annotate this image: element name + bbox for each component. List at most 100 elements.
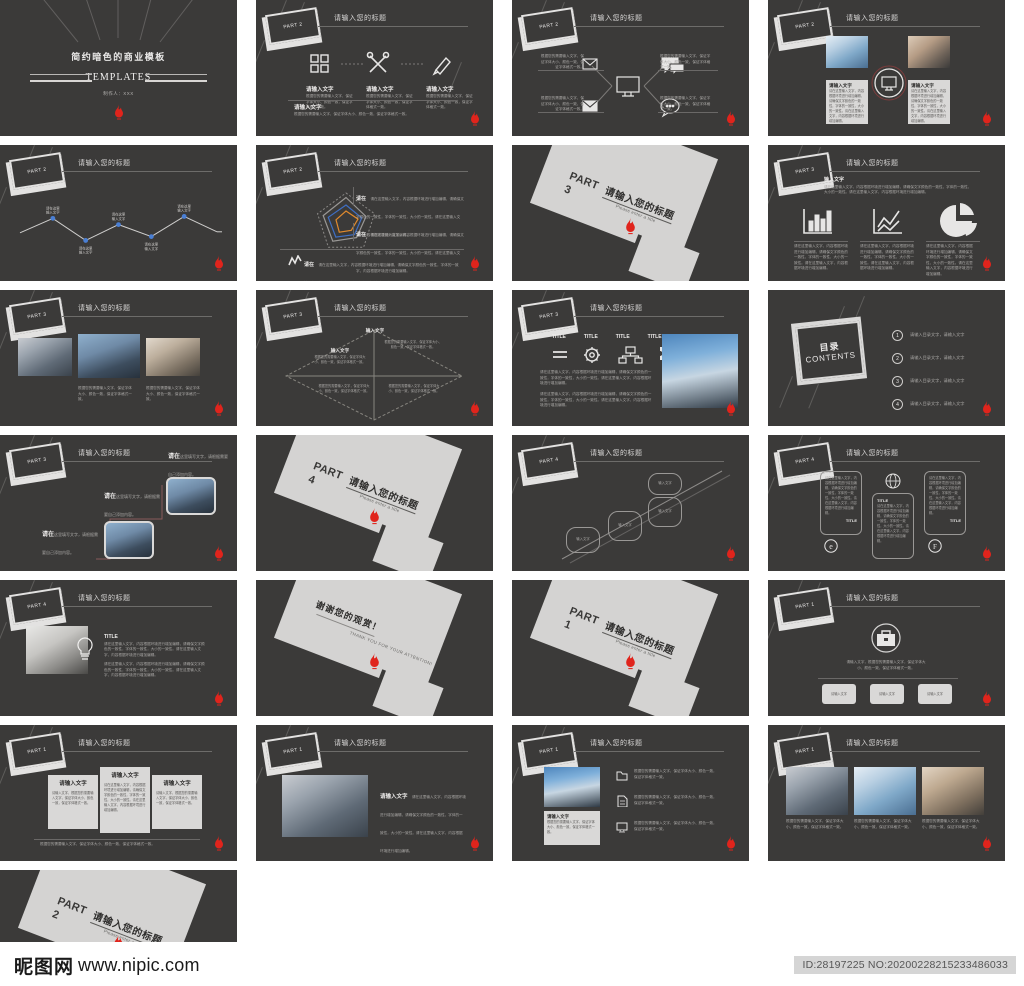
slide-thumbnail-grid: 简约暗色的商业模板 TEMPLATES 制作人：XXX PART 2 请输入您的… [0,0,1024,944]
flow-node-1[interactable]: 输入文字 [566,527,600,553]
icon-list-item[interactable]: 根据您的需要输入文字，保证字体大小、颜色一致，保证字体格式一致。 [616,821,718,833]
title-rule [574,316,724,317]
slide-radar-chart[interactable]: PART 2 请输入您的标题 请在 请在这里输入文字，内容根据环境进行增加编辑，… [256,145,493,281]
part-badge-label: PART 1 [794,601,816,611]
slide-line-chart[interactable]: PART 2 请输入您的标题 请在这里 输入文字 请在这里 输入文字 请在这里 输入文字请… [0,145,237,281]
photo-2 [78,334,140,378]
panel-center-body: 请在这里输入文字，内容根据环境进行增加编辑，请确保文字颜色的一致性，字体的一致性… [877,504,909,543]
svg-text:e: e [829,542,833,551]
slide-divider-part3[interactable]: PART 3 请输入您的标题 Please enter a title [512,145,749,281]
part-badge: PART 3 [5,297,67,342]
col-photo-1 [786,767,848,815]
diamond-cell-top: 输入文字 [358,328,392,335]
svg-text:输入文字: 输入文字 [79,250,93,255]
slide-three-photo-columns[interactable]: PART 1 请输入您的标题 根据您的需要输入文字，保证字体大小、颜色一致，保证… [768,725,1005,861]
part-badge: PART 4 [5,587,67,632]
part-badge: PART 2 [517,7,579,52]
slide-thank-you[interactable]: 谢谢您的观赏！ THANK YOU FOR YOUR ATTENTION! [256,580,493,716]
radar-footnote: 请在 请在这里输入文字，内容根据环境进行增加编辑，请确保文字颜色的一致性，字体的… [304,253,464,281]
light-card-1[interactable]: 请输入文字 请输入文字，根据您的需要输入文字，保证字体大小、颜色一致，保证字体格… [48,775,98,829]
feature-3-title: 请输入文字 [426,87,454,93]
flame-icon [983,835,991,851]
spoke-text-top-left: 根据您的需要输入文字，保证字体大小、颜色一致，保证字体格式一致。 [540,54,584,70]
slide-diamond-grid[interactable]: PART 3 请输入您的标题 输入文字 根据您的需要输入文字，保证字体大小、颜色… [256,290,493,426]
slide-three-panels[interactable]: PART 4 请输入您的标题 请在这里输入文字，内容根据环境进行增加编辑，请确保… [768,435,1005,571]
contents-item[interactable]: 2 请输入目录文字，请输入文字 [892,353,964,364]
chip-1[interactable]: 请输入文字 [822,684,856,704]
flow-node-3[interactable]: 输入文字 [648,497,682,527]
slide-chart-icons[interactable]: PART 3 请输入您的标题 输入文字 请在这里输入文字，内容根据环境进行增加编… [768,145,1005,281]
slide-title: 请输入您的标题 [334,160,387,167]
slide-title: 请输入您的标题 [334,305,387,312]
flame-icon [983,545,991,561]
flame-icon [471,110,479,126]
slide-divider-part1[interactable]: PART 1 请输入您的标题 Please enter a title [512,580,749,716]
step-1-lead: 请在 [42,532,55,538]
slide-photo-left-text-right[interactable]: PART 1 请输入您的标题 请输入文字 请在这里输入文字，内容根据环境进行增加… [256,725,493,861]
part-badge-label: PART 1 [794,746,816,756]
contents-item[interactable]: 1 请输入目录文字，请输入文字 [892,330,964,341]
title-rule [62,316,212,317]
slide-photo-icon-list[interactable]: PART 1 请输入您的标题 请输入文字 根据您的需要输入文字，保证字体大小、颜… [512,725,749,861]
part-badge-label: PART 1 [538,746,560,756]
part-badge: PART 3 [517,297,579,342]
slide-two-photo-compare[interactable]: PART 2 请输入您的标题 请输入文字 请在这里输入文字，内容根据环境进行增加… [768,0,1005,136]
chip-2[interactable]: 请输入文字 [870,684,904,704]
slide-ascending-flow[interactable]: PART 4 请输入您的标题 输入文字 输入文字 输入文字 输入文字 [512,435,749,571]
slide-title: 请输入您的标题 [590,305,643,312]
chart-caption-2: 请在这里输入文字，内容根据环境进行增加编辑，请确保文字颜色的一致性，字体的一致性… [860,244,914,271]
step-text-3: 请在这里填写文字，请根据需要自己添加内容。 [168,445,230,481]
icon-list-2-label: 根据您的需要输入文字，保证字体大小、颜色一致，保证字体格式一致。 [634,795,717,805]
slide-three-icon-features[interactable]: PART 2 请输入您的标题 请输入文字 根据您的需要输入文字，保证字体大小、颜… [256,0,493,136]
photo-caption-box: 请输入文字 根据您的需要输入文字，保证字体大小、颜色一致，保证字体格式一致。 [544,811,600,845]
slide-hub-spoke[interactable]: PART 2 请输入您的标题 根据您的需要输入文字，保证字体大小、颜色一致，保证… [512,0,749,136]
contents-title-en: CONTENTS [805,350,857,365]
flame-icon [727,835,735,851]
slide-title: 请输入您的标题 [590,450,643,457]
euro-icon: e [824,539,838,553]
panel-left[interactable]: 请在这里输入文字，内容根据环境进行增加编辑，请确保文字颜色的一致性，字体的一致性… [820,471,862,535]
caption-box-right: 请输入文字 请在这里输入文字，内容根据环境进行增加编辑，请确保文字颜色的一致性，… [908,80,950,124]
light-card-1-title: 请输入文字 [59,781,87,787]
image-id-badge: ID:28197225 NO:20200228215233486033 [794,956,1016,974]
flow-node-4[interactable]: 输入文字 [648,473,682,495]
icon-list-item[interactable]: 根据您的需要输入文字，保证字体大小、颜色一致，保证字体格式一致。 [616,769,718,781]
slide-cover[interactable]: 简约暗色的商业模板 TEMPLATES 制作人：XXX [0,0,237,136]
slide-divider-part2[interactable]: PART 2 请输入您的标题 Please enter a title [0,870,237,942]
title-rule [830,26,980,27]
flow-node-2[interactable]: 输入文字 [608,511,642,541]
radar-note-2-lead: 请在 [356,232,367,238]
panel-center[interactable]: TITLE 请在这里输入文字，内容根据环境进行增加编辑，请确保文字颜色的一致性，… [872,493,914,559]
part-badge-label: PART 3 [282,311,304,321]
panel-right[interactable]: 请在这里输入文字，内容根据环境进行增加编辑，请确保文字颜色的一致性，字体的一致性… [924,471,966,535]
light-card-2[interactable]: 请输入文字 请在这里输入文字，内容根据环境进行增加编辑，请确保文字颜色的一致性，… [100,767,150,833]
slide-three-light-cards[interactable]: PART 1 请输入您的标题 请输入文字 请输入文字，根据您的需要输入文字，保证… [0,725,237,861]
part-badge-label: PART 1 [26,746,48,756]
slide-three-photos[interactable]: PART 3 请输入您的标题 根据您的需要输入文字，保证字体大小、颜色一致，保证… [0,290,237,426]
contents-item[interactable]: 3 请输入目录文字，请输入文字 [892,376,964,387]
watermark-site-cn: 昵图网 [14,956,75,978]
spoke-text-top-right: 根据您的需要输入文字，保证字体大小、颜色一致，保证字体格式一致。 [660,54,711,70]
slide-staircase-photos[interactable]: PART 3 请输入您的标题 请在这里填写文字，请根据需要自己添加内容。 请在这… [0,435,237,571]
light-card-3[interactable]: 请输入文字 请输入文字，根据您的需要输入文字，保证字体大小、颜色一致，保证字体格… [152,775,202,829]
bulb-body-2: 请在这里输入文字，内容根据环境进行增加编辑，请确保文字颜色的一致性，字体的一致性… [104,662,205,678]
title-rule [574,461,724,462]
icon-list-item[interactable]: 根据您的需要输入文字，保证字体大小、颜色一致，保证字体格式一致。 [616,795,718,807]
slide-title: 请输入您的标题 [78,305,131,312]
part-badge-label: PART 2 [282,166,304,176]
icon-list-3-label: 根据您的需要输入文字，保证字体大小、颜色一致，保证字体格式一致。 [634,821,717,831]
footnote-body: 根据您的需要输入文字，保证字体大小、颜色一致，保证字体格式一致。 [294,112,409,117]
slide-contents[interactable]: 目录 CONTENTS 1 请输入目录文字，请输入文字 2 请输入目录文字，请输… [768,290,1005,426]
part-badge-label: PART 2 [794,21,816,31]
chip-3[interactable]: 请输入文字 [918,684,952,704]
slide-divider-part4[interactable]: PART 4 请输入您的标题 Please enter a title [256,435,493,571]
contents-item-label: 请输入目录文字，请输入文字 [910,378,965,384]
radar-footnote-body: 请在这里输入文字，内容根据环境进行增加编辑，请确保文字颜色的一致性，字体的一致性… [318,263,459,267]
slide-bulb-title[interactable]: PART 4 请输入您的标题 TITLE 请在这里输入文字，内容根据环境进行增加… [0,580,237,716]
slide-four-titles-photo[interactable]: PART 3 请输入您的标题 TITLE TITLE TITLE TITLE 请… [512,290,749,426]
slide-briefcase-chips[interactable]: PART 1 请输入您的标题 请输入文字，根据您的需要输入文字，保证字体大小、颜… [768,580,1005,716]
spoke-text-bottom-right: 根据您的需要输入文字，保证字体大小、颜色一致，保证字体格式一致。 [660,96,711,112]
contents-item[interactable]: 4 请输入目录文字，请输入文字 [892,399,964,410]
part-badge-label: PART 4 [26,601,48,611]
flame-icon [115,104,123,120]
